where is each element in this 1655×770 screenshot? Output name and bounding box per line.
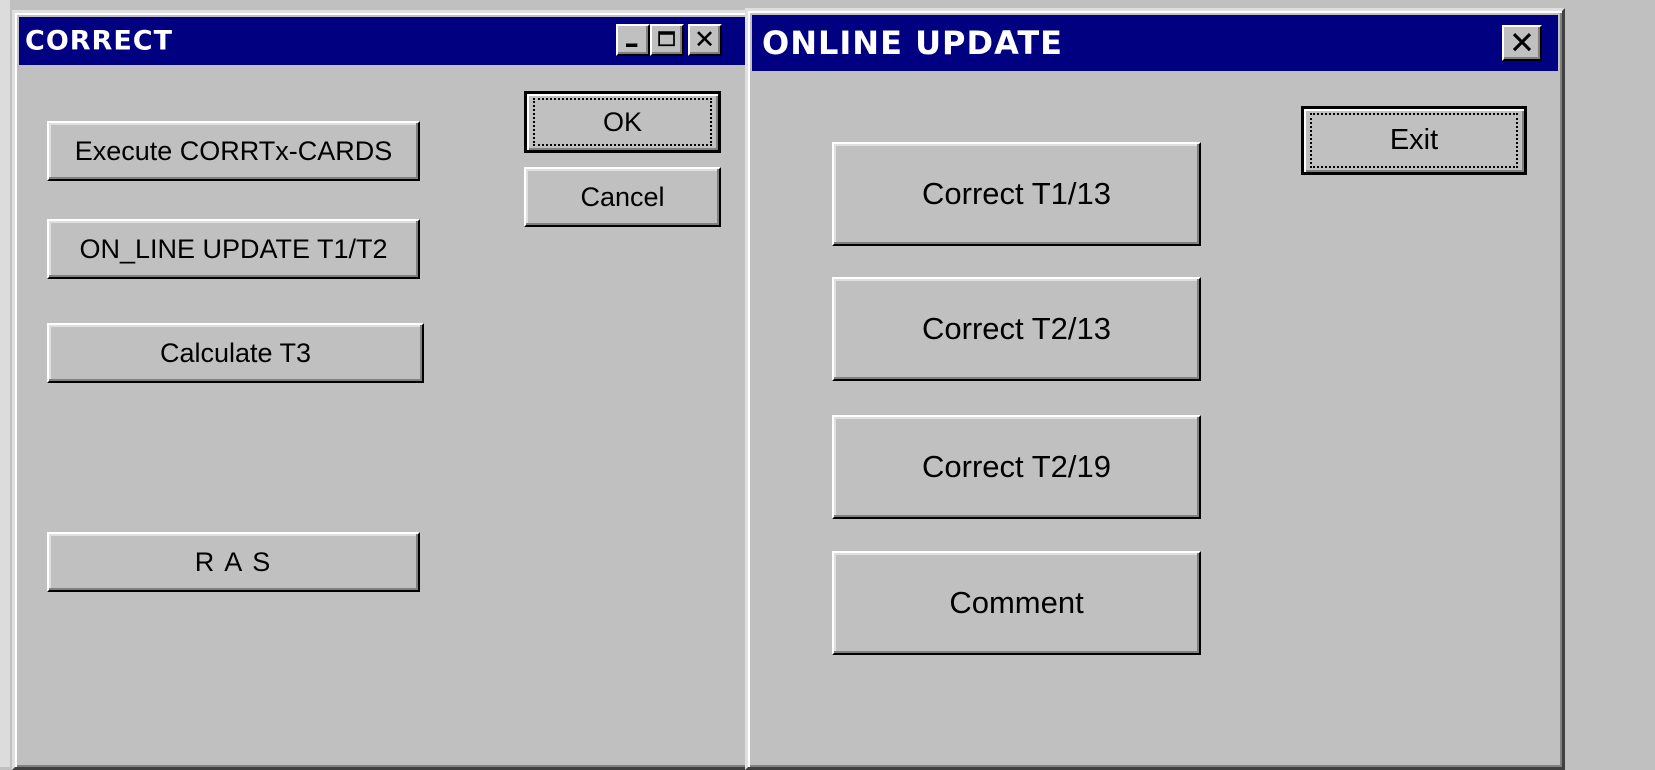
correct-window-title: CORRECT [25,25,174,57]
close-icon [697,31,713,47]
online-update-close-button[interactable] [1502,25,1542,61]
maximize-button[interactable] [650,24,684,56]
minimize-button[interactable] [616,24,650,56]
execute-corrtx-cards-label: Execute CORRTx-CARDS [74,135,393,166]
online-update-window-title: ONLINE UPDATE [762,24,1064,62]
close-button[interactable] [688,24,722,56]
online-update-window: ONLINE UPDATE Exit Correct T1/13 Correct… [745,8,1565,770]
correct-t1-13-label: Correct T1/13 [922,176,1111,211]
exit-label: Exit [1389,124,1439,156]
online-update-title-bar[interactable]: ONLINE UPDATE [752,15,1558,71]
correct-t2-19-label: Correct T2/19 [922,449,1111,484]
online-update-t1-t2-button[interactable]: ON_LINE UPDATE T1/T2 [47,219,420,279]
correct-t2-13-button[interactable]: Correct T2/13 [832,277,1201,381]
ras-button[interactable]: R A S [47,532,420,592]
calculate-t3-button[interactable]: Calculate T3 [47,323,424,383]
maximize-icon [658,31,675,47]
calculate-t3-label: Calculate T3 [159,337,312,368]
correct-t1-13-button[interactable]: Correct T1/13 [832,142,1201,246]
online-update-t1-t2-label: ON_LINE UPDATE T1/T2 [79,233,388,264]
desktop-edge [0,0,10,767]
ok-label: OK [602,106,642,137]
exit-button[interactable]: Exit [1301,106,1527,175]
execute-corrtx-cards-button[interactable]: Execute CORRTx-CARDS [47,121,420,181]
ok-button[interactable]: OK [524,91,721,153]
cancel-button[interactable]: Cancel [524,167,721,227]
cancel-label: Cancel [580,181,665,212]
close-icon [1512,33,1532,52]
correct-t2-19-button[interactable]: Correct T2/19 [832,415,1201,519]
minimize-icon [626,43,638,47]
ras-label: R A S [194,546,273,577]
correct-window: CORRECT Execute CORRTx-CARDS ON_LINE UPD… [12,10,754,770]
comment-label: Comment [949,585,1084,620]
correct-t2-13-label: Correct T2/13 [922,311,1111,346]
correct-title-bar[interactable]: CORRECT [19,17,747,65]
comment-button[interactable]: Comment [832,551,1201,655]
